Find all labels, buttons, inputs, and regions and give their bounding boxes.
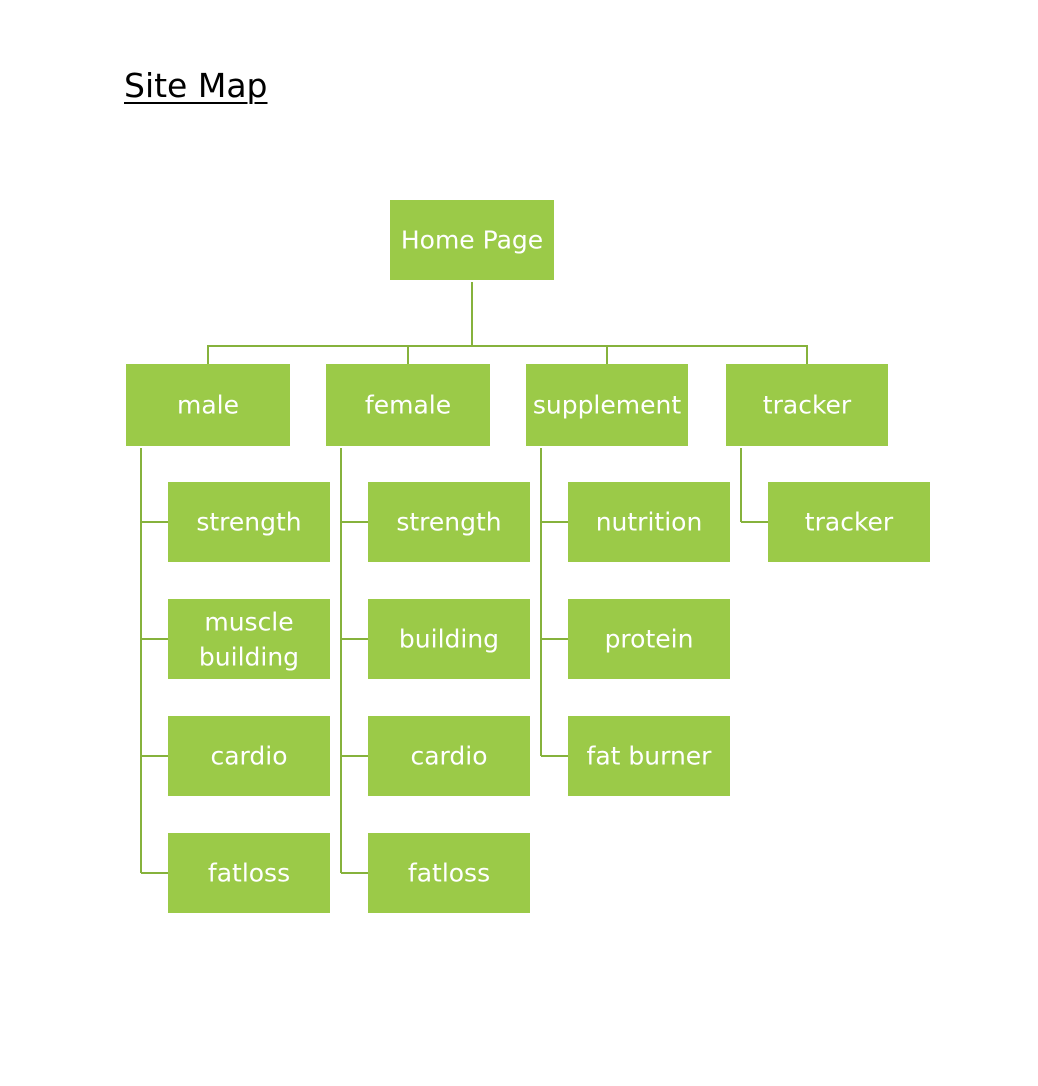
- node-female-building-label: building: [399, 625, 499, 654]
- node-home-page-label: Home Page: [401, 226, 543, 255]
- node-tracker: tracker: [726, 364, 888, 446]
- node-tracker-label: tracker: [763, 391, 852, 420]
- node-male-cardio: cardio: [168, 716, 330, 796]
- node-female-building: building: [368, 599, 530, 679]
- node-supplement: supplement: [526, 364, 688, 446]
- site-map-diagram: Home Page male strength muscle building cardi…: [126, 200, 930, 913]
- node-tracker-tracker-label: tracker: [805, 508, 894, 537]
- node-female-cardio-label: cardio: [410, 742, 487, 771]
- node-male-label: male: [177, 391, 239, 420]
- node-male-strength: strength: [168, 482, 330, 562]
- node-tracker-tracker: tracker: [768, 482, 930, 562]
- diagram-nodes: Home Page male strength muscle building cardi…: [126, 200, 930, 913]
- node-supplement-protein: protein: [568, 599, 730, 679]
- node-home-page: Home Page: [390, 200, 554, 280]
- node-male-fatloss-label: fatloss: [208, 859, 290, 888]
- node-supplement-fat-burner: fat burner: [568, 716, 730, 796]
- node-male-cardio-label: cardio: [210, 742, 287, 771]
- node-supplement-fat-burner-label: fat burner: [587, 742, 713, 771]
- node-male: male: [126, 364, 290, 446]
- node-female: female: [326, 364, 490, 446]
- node-female-strength-label: strength: [396, 508, 501, 537]
- node-female-fatloss: fatloss: [368, 833, 530, 913]
- node-male-muscle-building: muscle building: [168, 599, 330, 679]
- node-supplement-nutrition-label: nutrition: [596, 508, 703, 537]
- node-male-strength-label: strength: [196, 508, 301, 537]
- node-supplement-label: supplement: [533, 391, 682, 420]
- node-female-label: female: [365, 391, 451, 420]
- node-male-fatloss: fatloss: [168, 833, 330, 913]
- node-supplement-nutrition: nutrition: [568, 482, 730, 562]
- node-female-fatloss-label: fatloss: [408, 859, 490, 888]
- node-supplement-protein-label: protein: [605, 625, 694, 654]
- node-female-strength: strength: [368, 482, 530, 562]
- node-female-cardio: cardio: [368, 716, 530, 796]
